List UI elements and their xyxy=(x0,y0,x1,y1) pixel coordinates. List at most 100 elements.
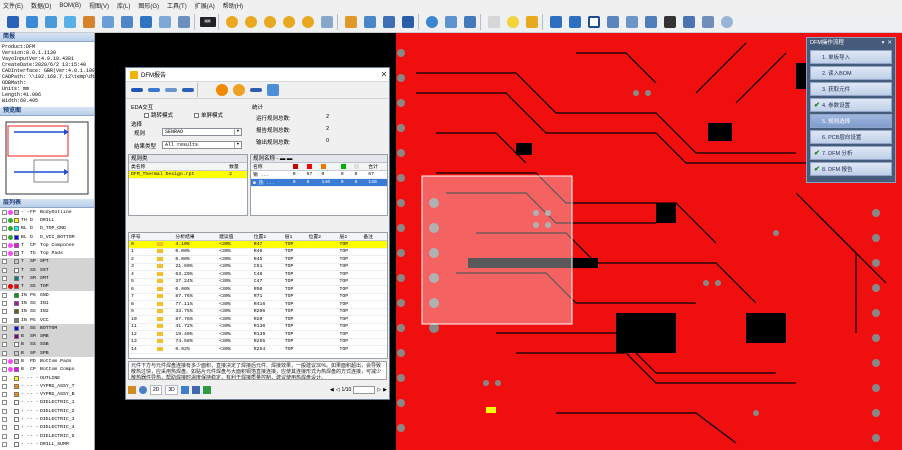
menu-item[interactable]: 扩展(A) xyxy=(195,1,215,10)
zoom-out-icon[interactable] xyxy=(242,13,259,30)
layer-color-swatch[interactable] xyxy=(14,234,19,240)
paint-icon[interactable] xyxy=(380,13,397,30)
layer-row[interactable]: - -- - DIELECTRIC_5 xyxy=(0,432,94,440)
workflow-step[interactable]: 1. 单板导入 xyxy=(810,50,892,64)
layer-row[interactable]: - -- - DIELECTRIC_1 xyxy=(0,399,94,407)
settings-icon[interactable] xyxy=(80,13,97,30)
table-row[interactable]: 2 0.00% <30% R45 TOP TOP xyxy=(129,255,387,264)
layer-color-swatch[interactable] xyxy=(14,383,19,389)
cube-icon[interactable] xyxy=(265,83,280,97)
export-icon[interactable] xyxy=(180,385,189,394)
layer-icon[interactable] xyxy=(137,13,154,30)
workflow-step[interactable]: ✔ 7. DFM 分析 xyxy=(810,146,892,160)
layer-visible-checkbox[interactable] xyxy=(2,209,7,215)
save-icon[interactable] xyxy=(4,13,21,30)
table-row[interactable]: 12 19.40% <30% R139 TOP TOP xyxy=(129,330,387,339)
route-alt-icon[interactable] xyxy=(146,83,161,97)
workflow-step[interactable]: 6. PCB层向设置 xyxy=(810,130,892,144)
menu-item[interactable]: 图形(G) xyxy=(138,1,159,10)
pdf-icon[interactable] xyxy=(191,385,200,394)
layer-visible-checkbox[interactable] xyxy=(2,267,7,273)
excel-icon[interactable] xyxy=(202,385,211,394)
next-page-icon[interactable]: ▷ xyxy=(377,387,381,393)
panel-icon[interactable] xyxy=(442,13,459,30)
layer-color-swatch[interactable] xyxy=(14,317,19,323)
bulb-icon[interactable] xyxy=(504,13,521,30)
orange-circle-alt-icon[interactable] xyxy=(231,83,246,97)
layer-visible-checkbox[interactable] xyxy=(2,325,7,331)
chart-icon[interactable] xyxy=(461,13,478,30)
preview-panel[interactable] xyxy=(0,116,94,199)
table-row[interactable]: 4 63.20% <30% C48 TOP TOP xyxy=(129,270,387,279)
rule-select[interactable]: SENRAO ▼ xyxy=(162,128,242,136)
arrow-down-icon[interactable] xyxy=(566,13,583,30)
table-row[interactable]: 锡 ... 0 67 0 0 0 67 xyxy=(251,170,387,179)
layer-row[interactable]: T CP Top Componen xyxy=(0,241,94,249)
layer-color-swatch[interactable] xyxy=(14,433,19,439)
layer-row[interactable]: B SG BOTTOM xyxy=(0,324,94,333)
layer-visible-checkbox[interactable] xyxy=(2,400,7,406)
layer-row[interactable]: BL D D_TOP_GND xyxy=(0,225,94,233)
table-row[interactable]: 11 41.72% <30% R130 TOP TOP xyxy=(129,323,387,331)
layer-color-swatch[interactable] xyxy=(14,300,19,306)
layer-row[interactable]: B SM SMB xyxy=(0,332,94,341)
layer-row[interactable]: B PD Bottom Pads xyxy=(0,357,94,365)
layer-row[interactable]: - -- - DIELECTRIC_2 xyxy=(0,407,94,415)
layer-color-swatch[interactable] xyxy=(14,209,19,215)
close-icon[interactable]: ✕ xyxy=(887,38,892,48)
column-header[interactable] xyxy=(154,233,174,241)
layer-color-swatch[interactable] xyxy=(14,276,19,282)
layer-visible-checkbox[interactable] xyxy=(2,334,7,340)
layer-visible-checkbox[interactable] xyxy=(2,309,7,315)
copy-icon[interactable] xyxy=(156,13,173,30)
layer-color-swatch[interactable] xyxy=(14,325,19,331)
layer-color-swatch[interactable] xyxy=(14,226,19,232)
rectangle-icon[interactable] xyxy=(585,13,602,30)
layer-row[interactable]: IN SG IN1 xyxy=(0,299,94,307)
workflow-step[interactable]: 2. 读入BOM xyxy=(810,66,892,80)
layer-row[interactable]: - -- - DIELECTRIC_4 xyxy=(0,424,94,432)
list-icon[interactable] xyxy=(175,13,192,30)
rotate-icon[interactable] xyxy=(318,13,335,30)
layer-visible-checkbox[interactable] xyxy=(2,342,7,348)
layer-visible-checkbox[interactable] xyxy=(2,234,7,240)
layer-visible-checkbox[interactable] xyxy=(2,441,7,447)
layer-visible-checkbox[interactable] xyxy=(2,392,7,398)
layer-row[interactable]: TH D DRILL xyxy=(0,216,94,224)
column-header[interactable]: 类名称 xyxy=(129,163,228,171)
workflow-step[interactable]: 3. 获取元件 xyxy=(810,82,892,96)
layer-visible-checkbox[interactable] xyxy=(2,317,7,323)
table-row[interactable]: 6 0.00% <30% R50 TOP TOP xyxy=(129,285,387,294)
table-row[interactable]: 13 74.58% <30% R255 TOP TOP xyxy=(129,338,387,346)
menu-item[interactable]: BOM(B) xyxy=(59,3,81,9)
layer-row[interactable]: - -- - DRILL_SUMM xyxy=(0,440,94,448)
layer-visible-checkbox[interactable] xyxy=(2,417,7,423)
table-row[interactable]: 3 21.60% <30% C51 TOP TOP xyxy=(129,263,387,271)
column-header[interactable]: 序号 xyxy=(129,233,155,241)
layer-row[interactable]: B CP Bottom Compo xyxy=(0,366,94,374)
column-header[interactable] xyxy=(319,163,339,171)
measure-icon[interactable] xyxy=(248,83,263,97)
column-header[interactable]: 备注 xyxy=(361,233,387,241)
table-row[interactable]: 7 87.76% <30% R71 TOP TOP xyxy=(129,293,387,301)
layer-color-swatch[interactable] xyxy=(14,259,19,265)
layer-color-swatch[interactable] xyxy=(14,358,19,364)
table-row[interactable]: 14 0.92% <30% R254 TOP TOP xyxy=(129,345,387,354)
prev-page-icon[interactable]: ◁ xyxy=(336,387,340,393)
report-icon[interactable] xyxy=(99,13,116,30)
layer-color-swatch[interactable] xyxy=(14,417,19,423)
component-icon[interactable] xyxy=(361,13,378,30)
column-header[interactable]: 分析结果 xyxy=(173,233,218,241)
layer-visible-checkbox[interactable] xyxy=(2,358,7,364)
route-icon[interactable] xyxy=(129,83,144,97)
layer-visible-checkbox[interactable] xyxy=(2,375,7,381)
layer-color-swatch[interactable] xyxy=(14,267,19,273)
layer-row[interactable]: IN PG GND xyxy=(0,291,94,299)
import-icon[interactable] xyxy=(42,13,59,30)
table-row[interactable]: 5 37.24% <30% C47 TOP TOP xyxy=(129,278,387,286)
single-mode-checkbox[interactable]: 单屏模式 xyxy=(194,111,223,119)
workflow-step[interactable]: ✔ 8. DFM 报告 xyxy=(810,162,892,176)
split-icon[interactable] xyxy=(642,13,659,30)
layer-row[interactable]: - -- - OUTLINE xyxy=(0,374,94,382)
layer-color-swatch[interactable] xyxy=(14,292,19,298)
